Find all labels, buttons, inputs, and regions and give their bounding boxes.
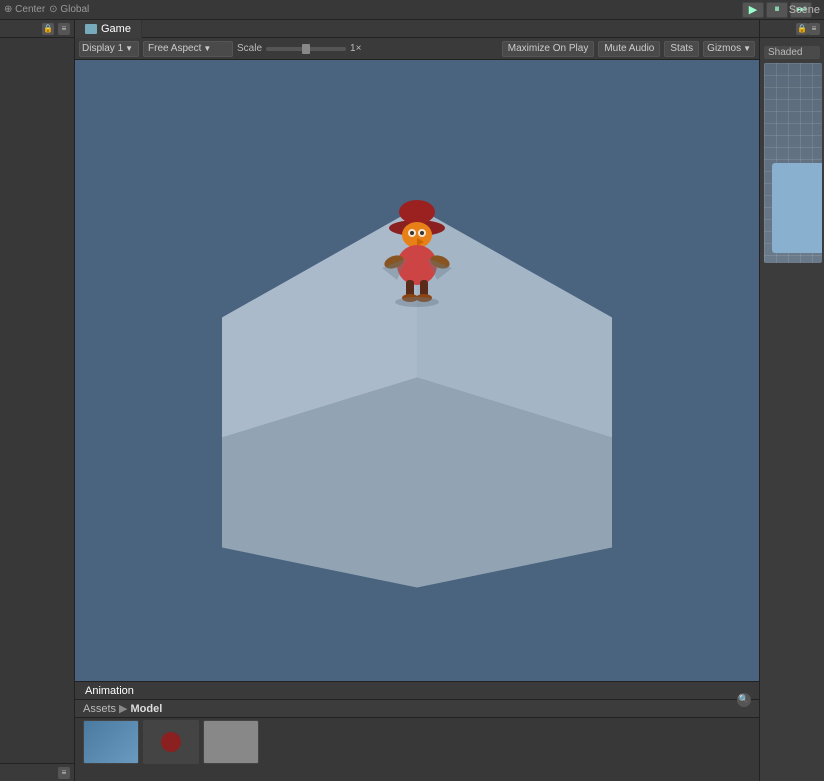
bottom-tab-bar: Animation 🔍: [75, 682, 759, 700]
mute-button[interactable]: Mute Audio: [598, 41, 660, 57]
scene-tab-area: Shaded: [760, 38, 824, 267]
gizmos-dropdown-arrow: ▼: [743, 44, 751, 53]
left-panel-footer: ≡: [0, 763, 74, 781]
asset-thumb-3[interactable]: [203, 720, 259, 764]
left-panel: 🔒 ≡ ≡: [0, 20, 75, 781]
right-lock-icon[interactable]: 🔒: [796, 23, 808, 35]
display-label: Display 1: [82, 43, 123, 54]
right-menu-icon[interactable]: ≡: [808, 23, 820, 35]
scale-container: Scale 1×: [237, 43, 361, 54]
scene-label: Scene: [789, 4, 820, 16]
stats-button[interactable]: Stats: [664, 41, 699, 57]
bottom-panel: Animation 🔍 Assets ▶ Model: [75, 681, 759, 781]
breadcrumb-base: Assets: [83, 703, 116, 715]
menu-icon[interactable]: ≡: [58, 23, 70, 35]
expand-icon[interactable]: ≡: [58, 767, 70, 779]
game-tab-bar: Game: [75, 20, 759, 38]
breadcrumb: Assets ▶ Model: [75, 700, 759, 718]
display-select[interactable]: Display 1 ▼: [79, 41, 139, 57]
breadcrumb-current: Model: [130, 703, 162, 715]
animation-tab[interactable]: Animation: [79, 685, 140, 697]
display-dropdown-arrow: ▼: [125, 44, 133, 53]
scale-value: 1×: [350, 43, 361, 54]
maximize-button[interactable]: Maximize On Play: [502, 41, 595, 57]
game-tab[interactable]: Game: [75, 20, 142, 38]
breadcrumb-arrow: ▶: [119, 702, 127, 715]
scene-preview: [764, 63, 822, 263]
game-viewport: [75, 60, 759, 681]
gizmos-label: Gizmos: [707, 43, 741, 54]
lock-icon[interactable]: 🔒: [42, 23, 54, 35]
scale-slider-thumb: [302, 44, 310, 54]
mute-label: Mute Audio: [604, 43, 654, 54]
right-panel-header: 🔒 ≡: [760, 20, 824, 38]
red-sphere: [161, 732, 181, 752]
game-toolbar: Display 1 ▼ Free Aspect ▼ Scale 1× Maxim…: [75, 38, 759, 60]
asset-thumb-2[interactable]: [143, 720, 199, 764]
global-label: ⊙ Global: [49, 4, 89, 15]
game-tab-label: Game: [101, 23, 131, 35]
scale-text: Scale: [237, 43, 262, 54]
aspect-select[interactable]: Free Aspect ▼: [143, 41, 233, 57]
asset-thumb-1[interactable]: [83, 720, 139, 764]
game-tab-icon: [85, 24, 97, 34]
main-layout: 🔒 ≡ ≡ Game Display 1 ▼ Free Aspect ▼: [0, 20, 824, 781]
top-toolbar: ⊕ Center ⊙ Global ▶ ⏸ ⏭ Scene: [0, 0, 824, 20]
scene-cube: [772, 163, 822, 253]
scale-slider[interactable]: [266, 47, 346, 51]
left-panel-content: [0, 38, 74, 763]
center-area: Game Display 1 ▼ Free Aspect ▼ Scale 1×: [75, 20, 759, 781]
search-button[interactable]: 🔍: [737, 693, 751, 707]
gizmos-button[interactable]: Gizmos ▼: [703, 41, 755, 57]
aspect-dropdown-arrow: ▼: [203, 44, 211, 53]
left-panel-header: 🔒 ≡: [0, 20, 74, 38]
pause-button[interactable]: ⏸: [766, 2, 788, 18]
assets-content: [75, 718, 759, 766]
play-button[interactable]: ▶: [742, 2, 764, 18]
right-panel: 🔒 ≡ Shaded: [759, 20, 824, 781]
toolbar-left: ⊕ Center ⊙ Global: [4, 4, 89, 15]
maximize-label: Maximize On Play: [508, 43, 589, 54]
aspect-label: Free Aspect: [148, 43, 201, 54]
shaded-button[interactable]: Shaded: [764, 46, 820, 59]
center-label: ⊕ Center: [4, 4, 45, 15]
stats-label: Stats: [670, 43, 693, 54]
character: [372, 190, 462, 330]
